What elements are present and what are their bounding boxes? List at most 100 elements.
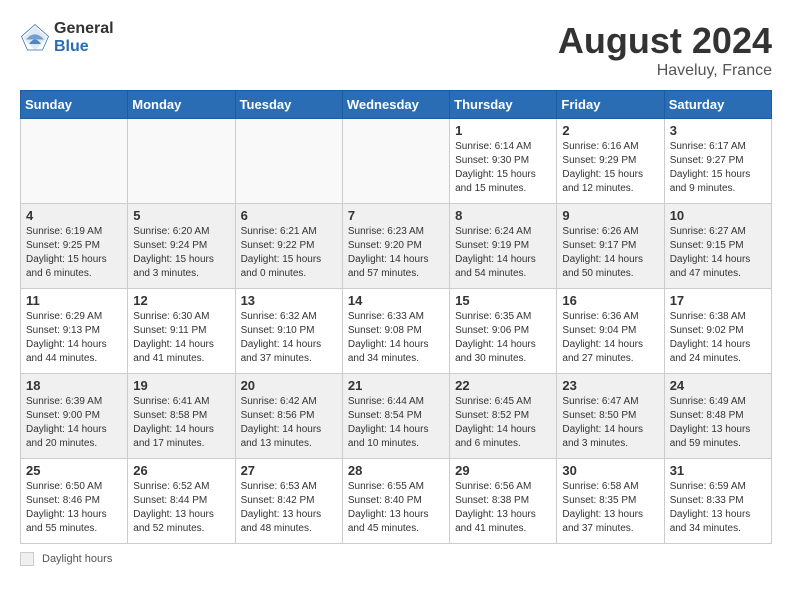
day-number: 3 <box>670 123 766 138</box>
day-info: Sunrise: 6:42 AMSunset: 8:56 PMDaylight:… <box>241 395 337 451</box>
day-number: 17 <box>670 293 766 308</box>
day-info: Sunrise: 6:19 AMSunset: 9:25 PMDaylight:… <box>26 225 122 281</box>
location-title: Haveluy, France <box>558 62 772 80</box>
day-number: 8 <box>455 208 551 223</box>
day-cell: 21 Sunrise: 6:44 AMSunset: 8:54 PMDayligh… <box>342 374 449 459</box>
logo-icon <box>20 23 50 53</box>
day-number: 22 <box>455 378 551 393</box>
day-info: Sunrise: 6:26 AMSunset: 9:17 PMDaylight:… <box>562 225 658 281</box>
day-cell: 28 Sunrise: 6:55 AMSunset: 8:40 PMDayligh… <box>342 459 449 544</box>
day-number: 1 <box>455 123 551 138</box>
day-cell: 11 Sunrise: 6:29 AMSunset: 9:13 PMDayligh… <box>21 289 128 374</box>
day-number: 9 <box>562 208 658 223</box>
legend-box <box>20 552 34 566</box>
day-cell: 5Sunrise: 6:20 AMSunset: 9:24 PMDaylight… <box>128 204 235 289</box>
month-year-title: August 2024 <box>558 20 772 62</box>
page-header: General Blue August 2024 Haveluy, France <box>20 20 772 80</box>
day-number: 18 <box>26 378 122 393</box>
day-info: Sunrise: 6:56 AMSunset: 8:38 PMDaylight:… <box>455 480 551 536</box>
day-number: 30 <box>562 463 658 478</box>
day-number: 26 <box>133 463 229 478</box>
day-header-saturday: Saturday <box>664 91 771 119</box>
day-number: 25 <box>26 463 122 478</box>
day-info: Sunrise: 6:53 AMSunset: 8:42 PMDaylight:… <box>241 480 337 536</box>
day-number: 27 <box>241 463 337 478</box>
day-info: Sunrise: 6:17 AMSunset: 9:27 PMDaylight:… <box>670 140 766 196</box>
week-row-3: 11 Sunrise: 6:29 AMSunset: 9:13 PMDayligh… <box>21 289 772 374</box>
day-header-thursday: Thursday <box>450 91 557 119</box>
day-header-friday: Friday <box>557 91 664 119</box>
day-header-wednesday: Wednesday <box>342 91 449 119</box>
day-cell: 8 Sunrise: 6:24 AMSunset: 9:19 PMDaylight… <box>450 204 557 289</box>
day-info: Sunrise: 6:20 AMSunset: 9:24 PMDaylight:… <box>133 225 229 281</box>
day-info: Sunrise: 6:33 AMSunset: 9:08 PMDaylight:… <box>348 310 444 366</box>
day-info: Sunrise: 6:55 AMSunset: 8:40 PMDaylight:… <box>348 480 444 536</box>
logo-blue: Blue <box>54 38 114 56</box>
day-info: Sunrise: 6:45 AMSunset: 8:52 PMDaylight:… <box>455 395 551 451</box>
day-info: Sunrise: 6:21 AMSunset: 9:22 PMDaylight:… <box>241 225 337 281</box>
day-info: Sunrise: 6:24 AMSunset: 9:19 PMDaylight:… <box>455 225 551 281</box>
day-number: 12 <box>133 293 229 308</box>
day-cell: 6 Sunrise: 6:21 AMSunset: 9:22 PMDaylight… <box>235 204 342 289</box>
day-cell: 17Sunrise: 6:38 AMSunset: 9:02 PMDayligh… <box>664 289 771 374</box>
day-cell <box>235 119 342 204</box>
day-number: 31 <box>670 463 766 478</box>
day-info: Sunrise: 6:44 AMSunset: 8:54 PMDaylight:… <box>348 395 444 451</box>
legend-label: Daylight hours <box>42 553 112 565</box>
day-cell: 27 Sunrise: 6:53 AMSunset: 8:42 PMDayligh… <box>235 459 342 544</box>
day-info: Sunrise: 6:36 AMSunset: 9:04 PMDaylight:… <box>562 310 658 366</box>
day-cell: 2Sunrise: 6:16 AMSunset: 9:29 PMDaylight… <box>557 119 664 204</box>
day-cell: 7 Sunrise: 6:23 AMSunset: 9:20 PMDaylight… <box>342 204 449 289</box>
day-number: 10 <box>670 208 766 223</box>
day-info: Sunrise: 6:39 AMSunset: 9:00 PMDaylight:… <box>26 395 122 451</box>
day-cell: 1 Sunrise: 6:14 AMSunset: 9:30 PMDaylight… <box>450 119 557 204</box>
day-number: 28 <box>348 463 444 478</box>
day-number: 11 <box>26 293 122 308</box>
day-info: Sunrise: 6:58 AMSunset: 8:35 PMDaylight:… <box>562 480 658 536</box>
week-row-4: 18 Sunrise: 6:39 AMSunset: 9:00 PMDayligh… <box>21 374 772 459</box>
day-info: Sunrise: 6:29 AMSunset: 9:13 PMDaylight:… <box>26 310 122 366</box>
day-cell: 15Sunrise: 6:35 AMSunset: 9:06 PMDayligh… <box>450 289 557 374</box>
day-number: 16 <box>562 293 658 308</box>
day-header-sunday: Sunday <box>21 91 128 119</box>
header-row: SundayMondayTuesdayWednesdayThursdayFrid… <box>21 91 772 119</box>
day-cell <box>342 119 449 204</box>
day-cell: 4 Sunrise: 6:19 AMSunset: 9:25 PMDaylight… <box>21 204 128 289</box>
day-header-monday: Monday <box>128 91 235 119</box>
day-cell <box>21 119 128 204</box>
logo-text: General Blue <box>54 20 114 55</box>
day-cell: 18 Sunrise: 6:39 AMSunset: 9:00 PMDayligh… <box>21 374 128 459</box>
day-cell: 9 Sunrise: 6:26 AMSunset: 9:17 PMDaylight… <box>557 204 664 289</box>
day-number: 21 <box>348 378 444 393</box>
day-number: 6 <box>241 208 337 223</box>
day-info: Sunrise: 6:41 AMSunset: 8:58 PMDaylight:… <box>133 395 229 451</box>
week-row-5: 25Sunrise: 6:50 AMSunset: 8:46 PMDayligh… <box>21 459 772 544</box>
day-cell: 10Sunrise: 6:27 AMSunset: 9:15 PMDayligh… <box>664 204 771 289</box>
day-info: Sunrise: 6:23 AMSunset: 9:20 PMDaylight:… <box>348 225 444 281</box>
day-cell: 26Sunrise: 6:52 AMSunset: 8:44 PMDayligh… <box>128 459 235 544</box>
day-number: 19 <box>133 378 229 393</box>
day-cell: 14 Sunrise: 6:33 AMSunset: 9:08 PMDayligh… <box>342 289 449 374</box>
day-number: 14 <box>348 293 444 308</box>
day-number: 7 <box>348 208 444 223</box>
calendar-table: SundayMondayTuesdayWednesdayThursdayFrid… <box>20 90 772 544</box>
week-row-1: 1 Sunrise: 6:14 AMSunset: 9:30 PMDaylight… <box>21 119 772 204</box>
day-info: Sunrise: 6:32 AMSunset: 9:10 PMDaylight:… <box>241 310 337 366</box>
day-number: 29 <box>455 463 551 478</box>
logo: General Blue <box>20 20 114 55</box>
day-cell: 13 Sunrise: 6:32 AMSunset: 9:10 PMDayligh… <box>235 289 342 374</box>
day-number: 24 <box>670 378 766 393</box>
day-number: 13 <box>241 293 337 308</box>
day-cell: 25Sunrise: 6:50 AMSunset: 8:46 PMDayligh… <box>21 459 128 544</box>
day-header-tuesday: Tuesday <box>235 91 342 119</box>
day-cell: 31Sunrise: 6:59 AMSunset: 8:33 PMDayligh… <box>664 459 771 544</box>
day-cell <box>128 119 235 204</box>
day-number: 15 <box>455 293 551 308</box>
logo-general: General <box>54 20 114 38</box>
day-cell: 3 Sunrise: 6:17 AMSunset: 9:27 PMDaylight… <box>664 119 771 204</box>
day-info: Sunrise: 6:30 AMSunset: 9:11 PMDaylight:… <box>133 310 229 366</box>
day-info: Sunrise: 6:14 AMSunset: 9:30 PMDaylight:… <box>455 140 551 196</box>
day-number: 4 <box>26 208 122 223</box>
day-cell: 19 Sunrise: 6:41 AMSunset: 8:58 PMDayligh… <box>128 374 235 459</box>
day-number: 20 <box>241 378 337 393</box>
